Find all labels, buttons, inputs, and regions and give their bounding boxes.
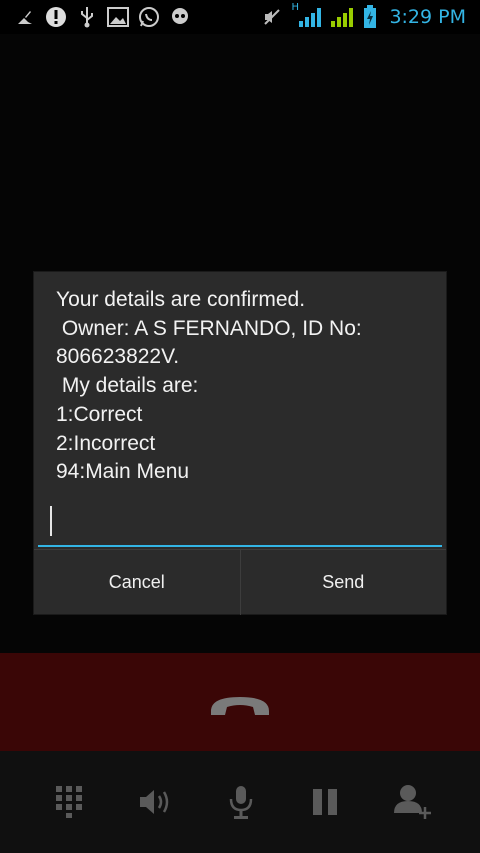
reply-input[interactable]	[38, 502, 442, 547]
hangouts-icon	[169, 6, 191, 28]
mute-icon	[261, 6, 283, 28]
signal-icon	[329, 6, 355, 28]
end-call-button[interactable]	[205, 686, 275, 722]
signal-h-icon: H	[291, 2, 322, 28]
hold-button[interactable]	[303, 780, 347, 824]
clock: 3:29 PM	[389, 6, 466, 28]
cancel-button[interactable]: Cancel	[34, 550, 240, 615]
mute-mic-icon	[229, 786, 253, 819]
hold-icon	[313, 789, 337, 815]
send-button[interactable]: Send	[239, 550, 447, 615]
dialog-button-row: Cancel Send	[34, 549, 446, 615]
dialpad-button[interactable]	[47, 780, 91, 824]
usb-icon	[76, 6, 98, 28]
alert-icon	[45, 6, 67, 28]
cleaner-icon	[14, 6, 36, 28]
text-cursor	[50, 506, 52, 536]
end-call-icon	[211, 697, 269, 715]
speaker-button[interactable]	[132, 780, 176, 824]
battery-charging-icon	[363, 5, 377, 28]
dialpad-icon	[56, 786, 82, 818]
add-call-button[interactable]	[390, 780, 434, 824]
gallery-icon	[107, 6, 129, 28]
system-icons: H 3:29 PM	[261, 2, 466, 29]
ussd-dialog: Your details are confirmed. Owner: A S F…	[34, 272, 446, 615]
add-call-icon	[394, 785, 431, 819]
status-bar: H 3:29 PM	[0, 0, 480, 34]
ussd-message: Your details are confirmed. Owner: A S F…	[56, 288, 362, 484]
notification-icons	[14, 5, 191, 29]
mute-button[interactable]	[219, 780, 263, 824]
speaker-icon	[140, 790, 169, 814]
whatsapp-icon	[138, 6, 160, 28]
network-type-label: H	[291, 2, 299, 13]
